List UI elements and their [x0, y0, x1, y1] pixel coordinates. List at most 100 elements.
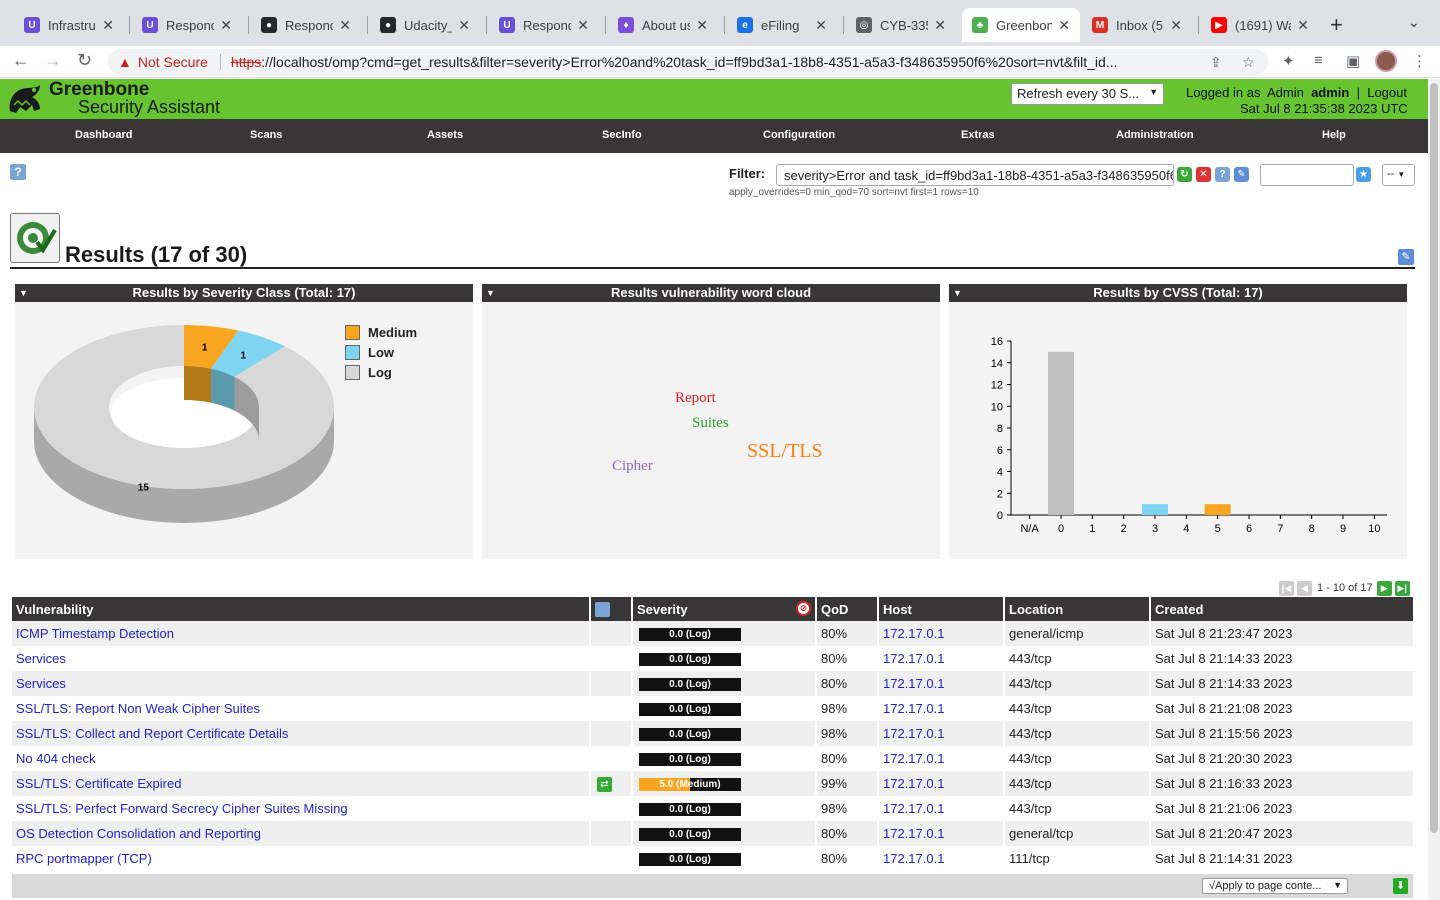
cloud-word[interactable]: SSL/TLS: [747, 440, 823, 463]
download-icon[interactable]: ⬇: [1393, 878, 1408, 894]
nav-dashboard[interactable]: Dashboard: [75, 129, 132, 141]
no-sort-icon[interactable]: ⊘: [796, 601, 811, 616]
scrollbar-thumb[interactable]: [1430, 83, 1438, 833]
cvss-bar[interactable]: [1204, 504, 1231, 515]
browser-tab[interactable]: ▶ (1691) Wa ✕: [1201, 8, 1319, 42]
nav-configuration[interactable]: Configuration: [763, 129, 835, 141]
vulnerability-link[interactable]: OS Detection Consolidation and Reporting: [16, 826, 261, 841]
filter-name-input[interactable]: [1260, 164, 1354, 186]
reset-filter-icon[interactable]: ✕: [1196, 167, 1211, 182]
close-tab-icon[interactable]: ✕: [458, 17, 470, 34]
browser-tab[interactable]: e eFiling ✕: [727, 8, 837, 42]
override-icon[interactable]: ⇄: [597, 777, 612, 792]
host-link[interactable]: 172.17.0.1: [883, 751, 944, 766]
close-tab-icon[interactable]: ✕: [577, 17, 589, 34]
host-link[interactable]: 172.17.0.1: [883, 626, 944, 641]
nav-secinfo[interactable]: SecInfo: [602, 129, 642, 141]
nav-scans[interactable]: Scans: [250, 129, 282, 141]
vertical-scrollbar[interactable]: [1428, 79, 1440, 900]
close-tab-icon[interactable]: ✕: [339, 17, 351, 34]
profile-avatar[interactable]: [1375, 50, 1397, 72]
host-link[interactable]: 172.17.0.1: [883, 826, 944, 841]
vulnerability-link[interactable]: ICMP Timestamp Detection: [16, 626, 174, 641]
vulnerability-link[interactable]: SSL/TLS: Perfect Forward Secrecy Cipher …: [16, 801, 348, 816]
edit-dashboard-wrench-icon[interactable]: ✎: [1398, 249, 1414, 265]
close-tab-icon[interactable]: ✕: [1297, 17, 1309, 34]
bookmark-star-icon[interactable]: ☆: [1242, 54, 1255, 71]
nav-extras[interactable]: Extras: [961, 129, 995, 141]
browser-tab[interactable]: ◎ CYB-335 ✕: [846, 8, 956, 42]
filter-input[interactable]: severity>Error and task_id=ff9bd3a1-18b8…: [776, 164, 1174, 186]
nav-help[interactable]: Help: [1322, 129, 1346, 141]
cvss-bar[interactable]: [1142, 504, 1168, 515]
forward-icon[interactable]: →: [44, 50, 62, 71]
host-link[interactable]: 172.17.0.1: [883, 701, 944, 716]
next-page-icon[interactable]: ▶: [1376, 580, 1392, 596]
last-page-icon[interactable]: ▶|: [1394, 580, 1410, 596]
side-panel-icon[interactable]: ▣: [1346, 52, 1360, 70]
vulnerability-link[interactable]: Services: [16, 676, 66, 691]
col-location[interactable]: Location: [1004, 597, 1151, 621]
close-tab-icon[interactable]: ✕: [220, 17, 232, 34]
collapse-triangle-icon[interactable]: ▼: [486, 284, 495, 302]
vulnerability-link[interactable]: RPC portmapper (TCP): [16, 851, 152, 866]
browser-tab[interactable]: U Respondi ✕: [489, 8, 599, 42]
host-link[interactable]: 172.17.0.1: [883, 651, 944, 666]
bulk-action-select[interactable]: √Apply to page conte... ▼: [1202, 878, 1348, 894]
host-link[interactable]: 172.17.0.1: [883, 726, 944, 741]
close-tab-icon[interactable]: ✕: [934, 17, 946, 34]
vulnerability-link[interactable]: No 404 check: [16, 751, 96, 766]
back-icon[interactable]: ←: [12, 50, 30, 71]
update-filter-icon[interactable]: ↻: [1177, 167, 1192, 182]
share-icon[interactable]: ⇪: [1210, 54, 1222, 71]
cvss-bar[interactable]: [1048, 351, 1074, 515]
logout-link[interactable]: Logout: [1367, 85, 1407, 100]
close-tab-icon[interactable]: ✕: [1058, 17, 1070, 34]
previous-page-icon[interactable]: ◀: [1297, 580, 1312, 596]
saved-filter-select[interactable]: -- ▼: [1382, 164, 1415, 186]
vulnerability-link[interactable]: Services: [16, 651, 66, 666]
browser-tab[interactable]: ♣ Greenbon ✕: [962, 8, 1080, 42]
close-tab-icon[interactable]: ✕: [815, 17, 827, 34]
browser-tab[interactable]: ♦ About us ✕: [608, 8, 718, 42]
username-link[interactable]: admin: [1311, 85, 1349, 100]
nav-administration[interactable]: Administration: [1116, 129, 1194, 141]
close-tab-icon[interactable]: ✕: [102, 17, 114, 34]
refresh-interval-select[interactable]: Refresh every 30 S... ▼: [1011, 83, 1164, 105]
browser-tab[interactable]: ● Udacity_S ✕: [370, 8, 480, 42]
tab-search-icon[interactable]: ⌄: [1408, 14, 1420, 31]
reload-icon[interactable]: ↻: [77, 50, 92, 71]
cloud-word[interactable]: Report: [675, 390, 716, 407]
collapse-triangle-icon[interactable]: ▼: [19, 284, 28, 302]
host-link[interactable]: 172.17.0.1: [883, 851, 944, 866]
url-bar[interactable]: ▲ Not Secure https ://localhost/omp?cmd=…: [108, 49, 1268, 75]
edit-filter-icon[interactable]: ✎: [1234, 167, 1249, 182]
collapse-triangle-icon[interactable]: ▼: [953, 284, 962, 302]
col-host[interactable]: Host: [878, 597, 1005, 621]
help-icon[interactable]: ?: [10, 164, 26, 180]
vulnerability-link[interactable]: SSL/TLS: Report Non Weak Cipher Suites: [16, 701, 260, 716]
cloud-word[interactable]: Suites: [692, 415, 729, 432]
host-link[interactable]: 172.17.0.1: [883, 801, 944, 816]
new-tab-icon[interactable]: +: [1330, 12, 1343, 38]
extensions-icon[interactable]: ✦: [1282, 52, 1295, 70]
vulnerability-link[interactable]: SSL/TLS: Collect and Report Certificate …: [16, 726, 288, 741]
col-vulnerability[interactable]: Vulnerability: [12, 597, 591, 621]
close-tab-icon[interactable]: ✕: [696, 17, 708, 34]
browser-tab[interactable]: M Inbox (5,5 ✕: [1082, 8, 1192, 42]
browser-tab[interactable]: U Respondi ✕: [132, 8, 242, 42]
host-link[interactable]: 172.17.0.1: [883, 776, 944, 791]
browser-tab[interactable]: ● Respondi ✕: [251, 8, 361, 42]
nav-assets[interactable]: Assets: [427, 129, 463, 141]
vulnerability-link[interactable]: SSL/TLS: Certificate Expired: [16, 776, 181, 791]
not-secure-label[interactable]: Not Secure: [138, 54, 208, 70]
col-qod[interactable]: QoD: [816, 597, 879, 621]
media-control-icon[interactable]: ≡: [1314, 52, 1323, 69]
filter-help-icon[interactable]: ?: [1215, 167, 1230, 182]
first-page-icon[interactable]: |◀: [1279, 580, 1294, 596]
chrome-menu-icon[interactable]: ⋮: [1412, 52, 1427, 70]
cloud-word[interactable]: Cipher: [612, 458, 653, 475]
browser-tab[interactable]: U Infrastruc ✕: [14, 8, 124, 42]
col-created[interactable]: Created: [1150, 597, 1413, 621]
host-link[interactable]: 172.17.0.1: [883, 676, 944, 691]
